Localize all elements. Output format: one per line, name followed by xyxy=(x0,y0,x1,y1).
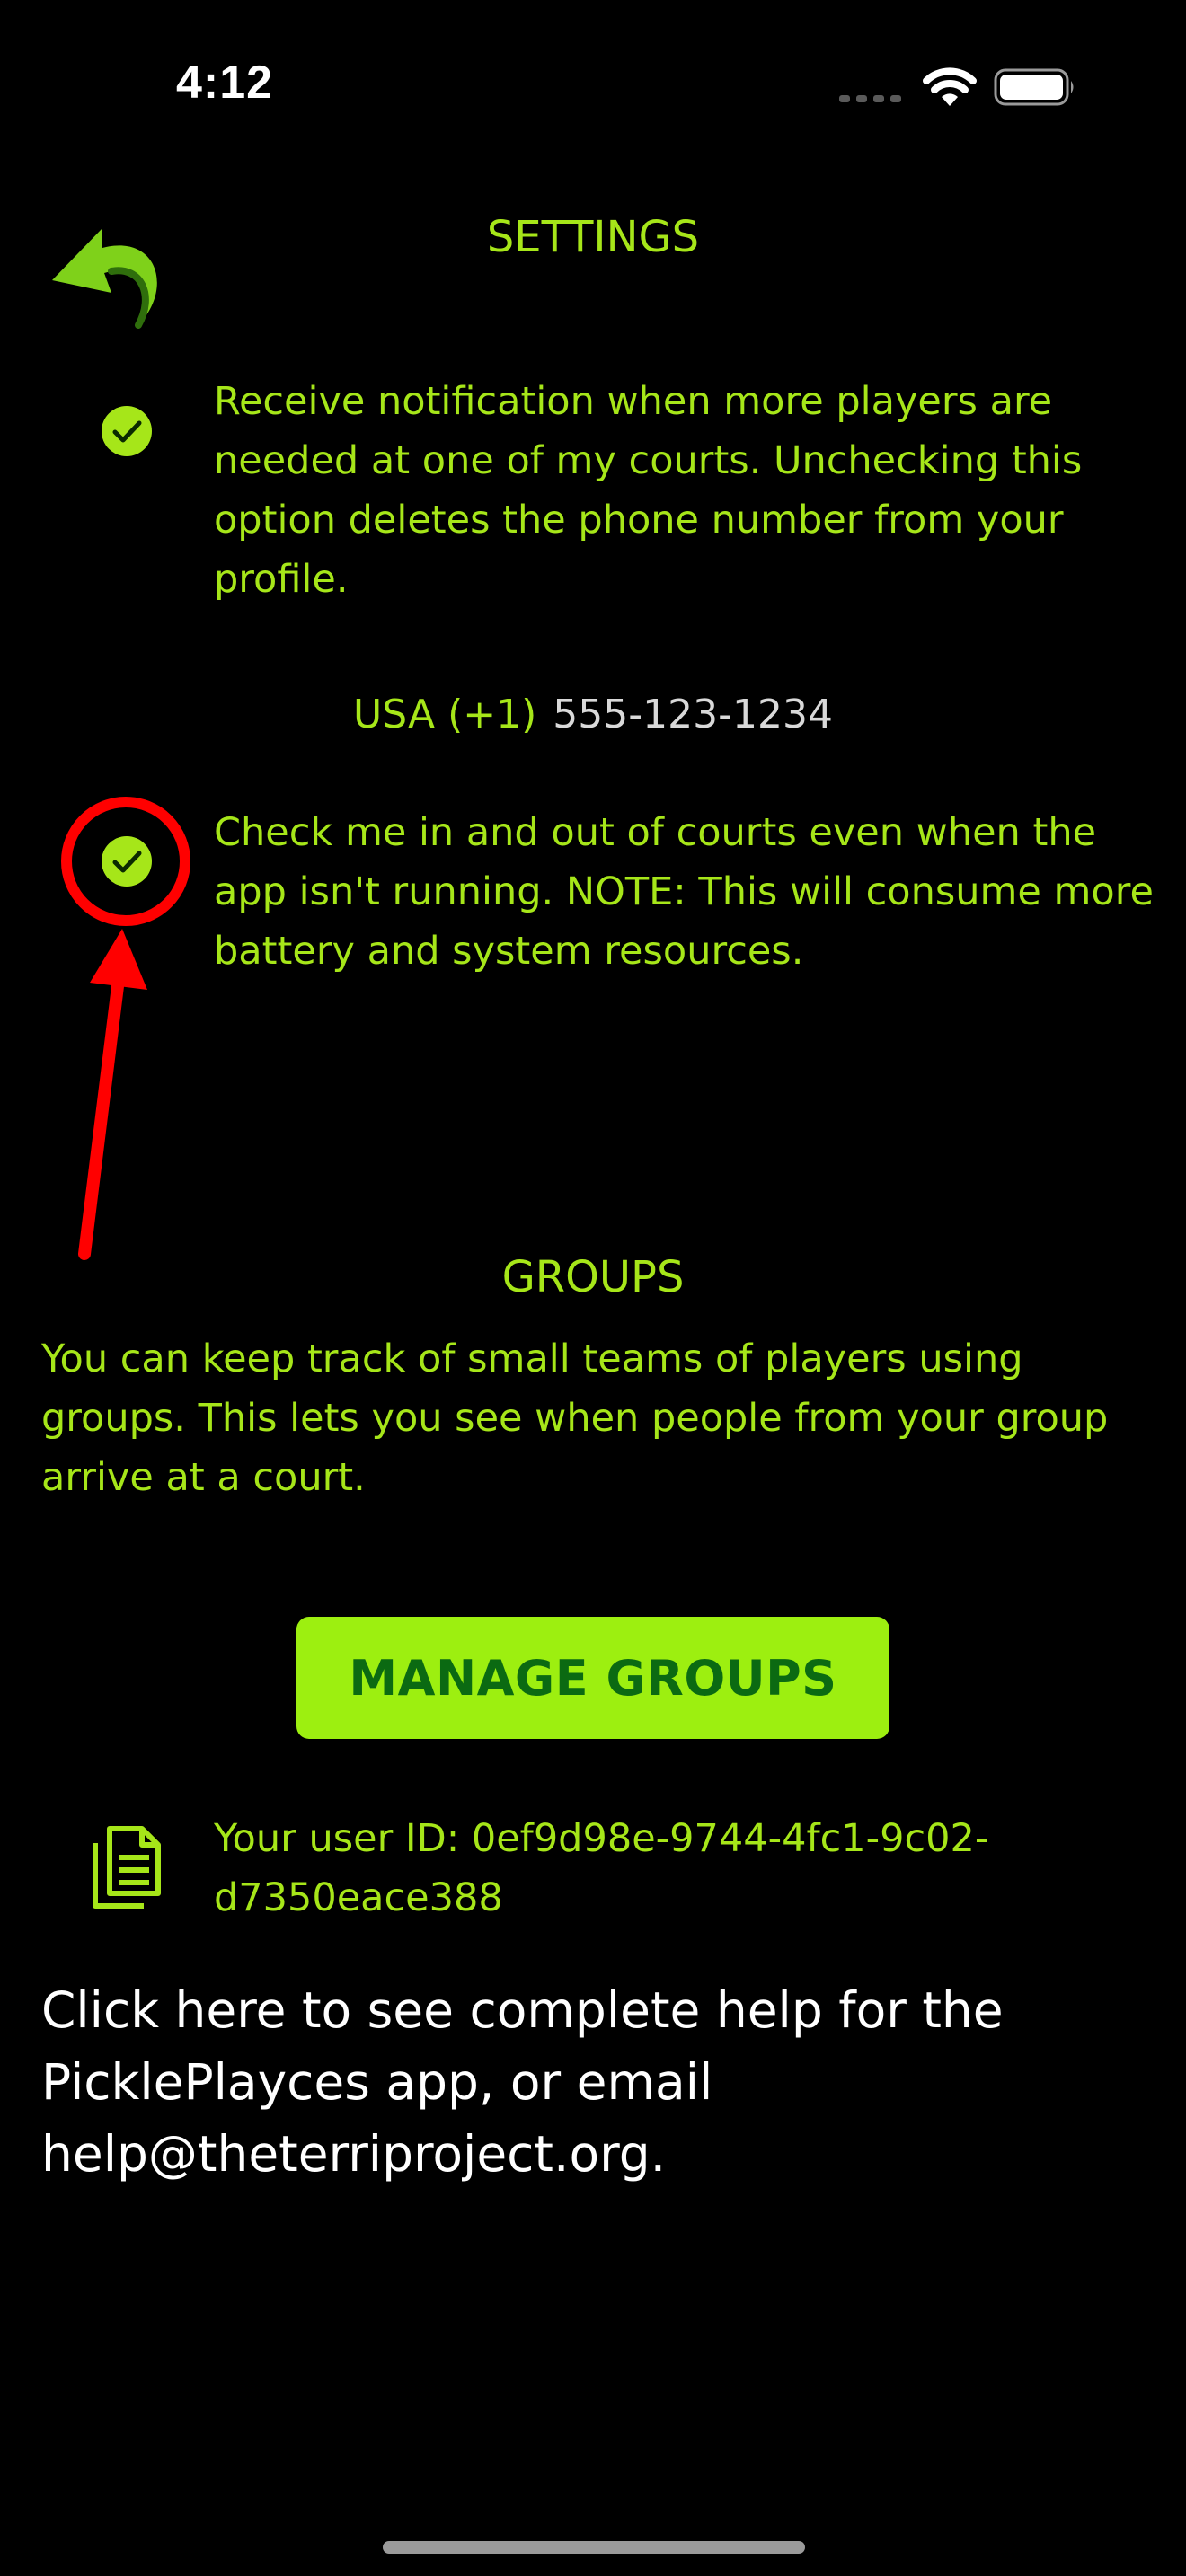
cellular-signal-icon xyxy=(839,95,901,102)
wifi-icon xyxy=(923,67,977,106)
help-link[interactable]: Click here to see complete help for the … xyxy=(41,1974,1120,2190)
groups-title: GROUPS xyxy=(501,1252,685,1302)
copy-document-icon[interactable] xyxy=(86,1822,167,1911)
user-id-text[interactable]: Your user ID: 0ef9d98e-9744-4fc1-9c02- d… xyxy=(214,1809,1166,1928)
groups-description: You can keep track of small teams of pla… xyxy=(41,1337,1109,1500)
notify-option-label: Receive notification when more players a… xyxy=(214,379,1083,602)
notify-checkbox-checked-icon[interactable] xyxy=(101,405,153,457)
annotation-arrow-icon xyxy=(78,929,147,1260)
status-time: 4:12 xyxy=(176,57,274,109)
phone-country-code[interactable]: USA (+1) xyxy=(353,692,536,737)
user-id-line-2: d7350eace388 xyxy=(214,1875,503,1920)
user-id-line-1: Your user ID: 0ef9d98e-9744-4fc1-9c02- xyxy=(214,1816,989,1861)
phone-number-value[interactable]: 555-123-1234 xyxy=(553,692,833,737)
background-checkin-label: Check me in and out of courts even when … xyxy=(214,810,1154,974)
home-indicator[interactable] xyxy=(383,2541,805,2554)
battery-icon xyxy=(994,68,1074,106)
phone-number-row[interactable]: USA (+1) 555-123-1234 xyxy=(0,692,1186,737)
annotation-highlight-circle xyxy=(61,797,190,926)
manage-groups-button[interactable]: MANAGE GROUPS xyxy=(296,1617,890,1739)
settings-title: SETTINGS xyxy=(486,212,700,262)
